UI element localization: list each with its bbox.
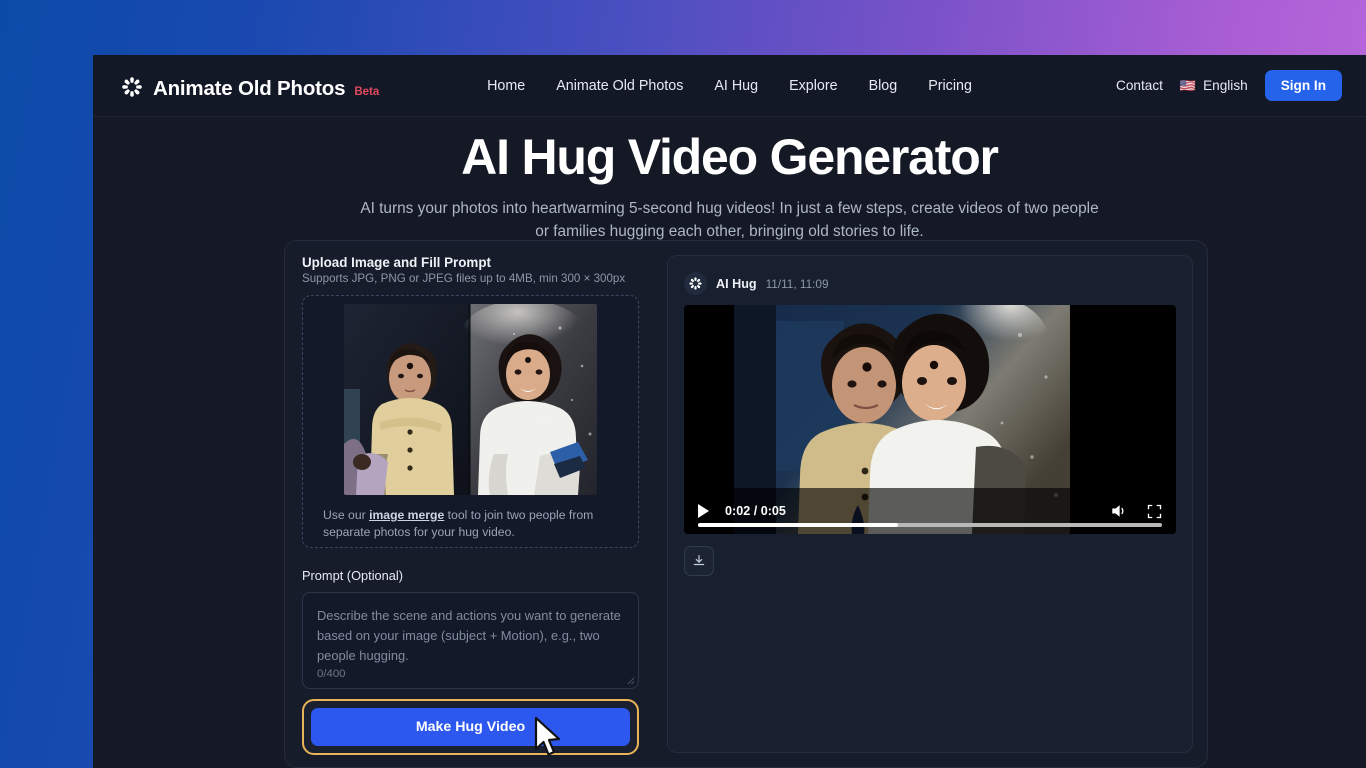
video-progress-bar[interactable] — [698, 523, 1162, 527]
upload-panel: Upload Image and Fill Prompt Supports JP… — [299, 255, 642, 755]
prompt-input[interactable]: Describe the scene and actions you want … — [302, 592, 639, 689]
result-author: AI Hug — [716, 276, 757, 291]
nav-item-ai-hug[interactable]: AI Hug — [714, 78, 758, 94]
result-timestamp: 11/11, 11:09 — [765, 276, 829, 291]
video-progress-fill — [698, 523, 898, 527]
download-button[interactable] — [684, 546, 714, 576]
language-label: English — [1203, 78, 1248, 93]
cta-highlight-box: Make Hug Video — [302, 699, 639, 755]
nav-item-animate-old-photos[interactable]: Animate Old Photos — [556, 78, 683, 94]
language-selector[interactable]: 🇺🇸 English — [1180, 78, 1248, 94]
us-flag-icon: 🇺🇸 — [1179, 77, 1197, 93]
image-merge-hint: Use our image merge tool to join two peo… — [311, 507, 630, 542]
make-hug-video-button[interactable]: Make Hug Video — [311, 708, 630, 746]
prompt-char-counter: 0/400 — [317, 668, 346, 680]
resize-grip-icon[interactable] — [626, 676, 635, 685]
volume-icon[interactable] — [1109, 502, 1127, 520]
video-controls: 0:02 / 0:05 — [684, 488, 1176, 534]
nav-item-pricing[interactable]: Pricing — [928, 78, 972, 94]
nav-item-explore[interactable]: Explore — [789, 78, 837, 94]
page-subtitle: AI turns your photos into heartwarming 5… — [360, 200, 1099, 241]
nav-item-blog[interactable]: Blog — [869, 78, 898, 94]
generated-video-player[interactable]: 0:02 / 0:05 — [684, 305, 1176, 534]
prompt-label: Prompt (Optional) — [302, 568, 403, 583]
nav-item-contact[interactable]: Contact — [1116, 78, 1163, 93]
play-icon[interactable] — [698, 504, 709, 518]
app-page: Animate Old Photos Beta Home Animate Old… — [93, 55, 1366, 768]
upload-panel-subtitle: Supports JPG, PNG or JPEG files up to 4M… — [302, 272, 626, 285]
hint-text-before: Use our — [323, 508, 370, 522]
image-dropzone[interactable]: Use our image merge tool to join two peo… — [302, 295, 639, 548]
page-title: AI Hug Video Generator — [461, 129, 999, 185]
fullscreen-icon[interactable] — [1147, 504, 1162, 519]
generator-card: Upload Image and Fill Prompt Supports JP… — [284, 240, 1208, 768]
uploaded-photo[interactable] — [344, 304, 597, 495]
sign-in-button[interactable]: Sign In — [1264, 70, 1342, 101]
nav-right-group: Contact 🇺🇸 English Sign In — [1116, 70, 1342, 101]
image-merge-link[interactable]: image merge — [369, 508, 444, 522]
nav-item-home[interactable]: Home — [487, 78, 525, 94]
hero-section: AI Hug Video Generator AI turns your pho… — [93, 117, 1366, 244]
video-time-display: 0:02 / 0:05 — [725, 504, 786, 518]
upload-panel-title: Upload Image and Fill Prompt — [302, 255, 491, 270]
result-panel: AI Hug 11/11, 11:09 0:02 / 0:05 — [667, 255, 1193, 753]
result-header: AI Hug 11/11, 11:09 — [684, 272, 1176, 295]
prompt-placeholder: Describe the scene and actions you want … — [317, 608, 621, 664]
top-navbar: Animate Old Photos Beta Home Animate Old… — [93, 55, 1366, 117]
avatar — [684, 272, 707, 295]
result-column: AI Hug 11/11, 11:09 0:02 / 0:05 — [667, 255, 1193, 753]
